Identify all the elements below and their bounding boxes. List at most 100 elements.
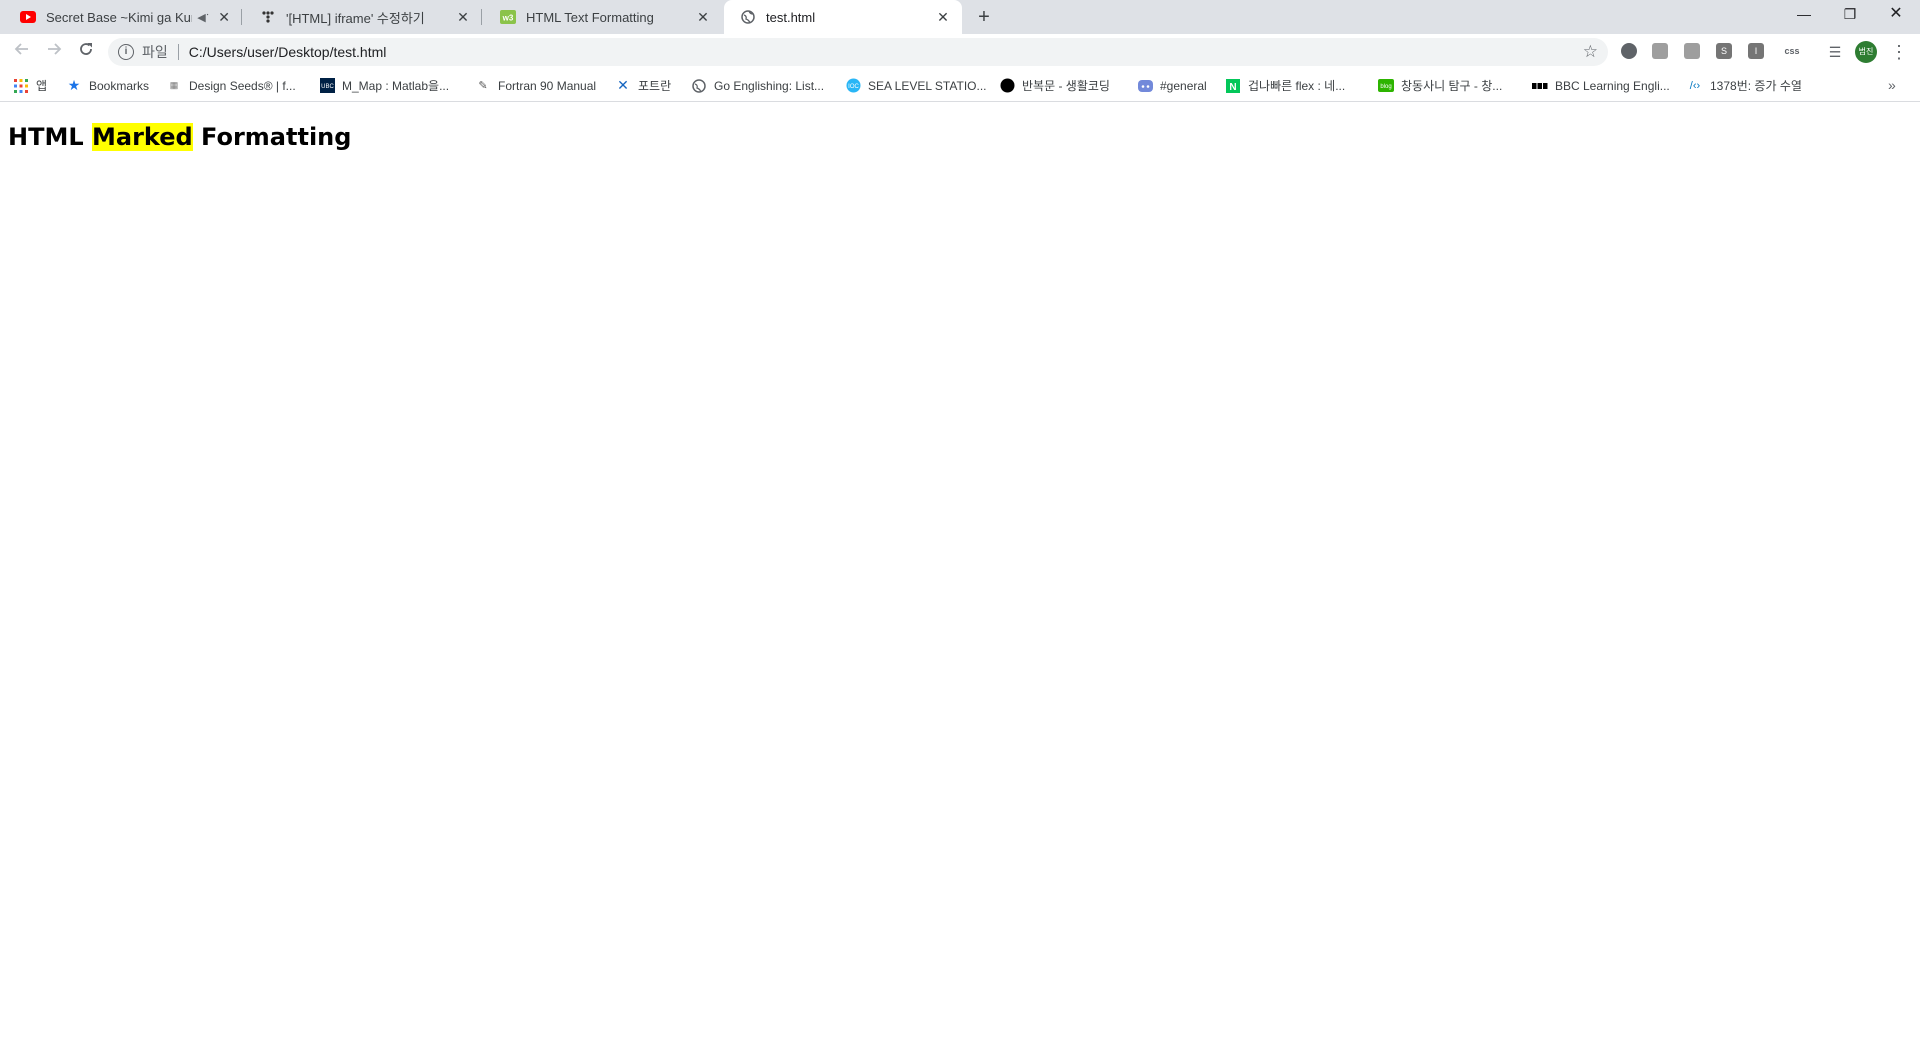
media-control-icon[interactable]: ☰ (1821, 38, 1849, 66)
page-heading: HTML Marked Formatting (8, 123, 351, 151)
tab-test-html[interactable]: test.html ✕ (724, 0, 962, 34)
bookmark-label: Go Englishing: List... (714, 78, 825, 93)
extension-i-icon[interactable]: I (1748, 43, 1764, 59)
design-seeds-icon: ▦ (169, 80, 179, 90)
bookmark-label: 창동사니 탐구 - 창... (1401, 79, 1503, 93)
close-icon[interactable]: ✕ (454, 8, 472, 26)
blog-icon: blog (1378, 78, 1394, 94)
heading-text-after: Formatting (192, 123, 352, 151)
kebab-menu-icon[interactable]: ⋮ (1890, 38, 1908, 66)
bookmark-discord-general[interactable]: #general (1137, 70, 1207, 101)
restore-button[interactable]: ❐ (1827, 0, 1873, 30)
bookmark-opentutorials[interactable]: 반복문 - 생활코딩 (999, 70, 1110, 101)
speaker-muted-icon[interactable]: ◀ॱ (196, 10, 210, 25)
w3schools-icon: w3 (500, 9, 516, 25)
heading-text-before: HTML (8, 123, 92, 151)
svg-text:UBC: UBC (321, 84, 334, 90)
tab-title: test.html (766, 9, 816, 25)
bookmark-changdong-blog[interactable]: blog 창동사니 탐구 - 창... (1378, 70, 1502, 101)
naver-icon: N (1225, 78, 1241, 94)
extension-s-icon[interactable]: S (1716, 43, 1732, 59)
bookmark-naver-flex[interactable]: N 겁나빠른 flex : 네... (1225, 70, 1345, 101)
tab-separator (481, 9, 482, 25)
sea-level-icon: IOC (845, 78, 861, 94)
globe-icon (691, 78, 707, 94)
browser-toolbar: i 파일 C:/Users/user/Desktop/test.html ☆ S… (0, 34, 1920, 70)
bookmark-bookmarks[interactable]: ★ Bookmarks (66, 70, 149, 101)
bookmark-label: Design Seeds® | f... (189, 78, 296, 93)
bookmark-label: #general (1160, 78, 1207, 93)
reload-icon (80, 43, 92, 55)
window-close-button[interactable]: ✕ (1873, 0, 1919, 30)
extension-css-icon[interactable]: css (1780, 43, 1804, 59)
svg-text:IOC: IOC (848, 84, 859, 90)
url-text[interactable]: C:/Users/user/Desktop/test.html (189, 44, 387, 60)
close-icon[interactable]: ✕ (216, 8, 232, 26)
page-content: HTML Marked Formatting (0, 102, 1920, 1040)
tab-w3schools[interactable]: w3 HTML Text Formatting ✕ (484, 0, 722, 34)
bookmark-label: 반복문 - 생활코딩 (1022, 79, 1110, 93)
bookmark-label: BBC Learning Engli... (1555, 78, 1670, 93)
svg-text:blog: blog (1380, 84, 1391, 90)
black-circle-icon (999, 78, 1015, 94)
globe-icon (740, 9, 756, 25)
address-bar[interactable]: i 파일 C:/Users/user/Desktop/test.html ☆ (108, 38, 1608, 66)
bookmark-label: 겁나빠른 flex : 네... (1248, 79, 1346, 93)
svg-text:N: N (1229, 82, 1236, 93)
tab-separator (241, 9, 242, 25)
back-button[interactable] (8, 38, 36, 66)
ubc-icon: UBC (319, 78, 335, 94)
apps-grid-icon (13, 78, 29, 94)
bookmark-label: 1378번: 증가 수열 (1710, 79, 1802, 93)
info-icon[interactable]: i (118, 44, 134, 60)
bookmark-baekjoon-1378[interactable]: /‹› 1378번: 증가 수열 (1687, 70, 1802, 101)
bookmark-design-seeds[interactable]: ▦ Design Seeds® | f... (166, 70, 296, 101)
bookmark-fortran-manual[interactable]: ✎ Fortran 90 Manual (475, 70, 596, 101)
tab-title: Secret Base ~Kimi ga Kureta (46, 9, 192, 25)
extension-circle-icon[interactable] (1621, 43, 1637, 59)
star-icon: ★ (67, 77, 81, 93)
bookmark-label: 포트란 (638, 79, 672, 93)
bookmarks-bar: 앱 ★ Bookmarks ▦ Design Seeds® | f... UBC… (0, 70, 1920, 102)
extension-ex-icon[interactable] (1684, 43, 1700, 59)
bookmark-label: 앱 (36, 79, 48, 93)
avatar[interactable]: 범진 (1855, 41, 1877, 63)
bookmark-bbc-learning[interactable]: BBC Learning Engli... (1532, 70, 1670, 101)
tab-title: '[HTML] iframe' 수정하기 (286, 10, 425, 26)
discord-icon (1137, 78, 1153, 94)
svg-text:w3: w3 (502, 14, 514, 23)
bookmark-star-icon[interactable]: ☆ (1583, 42, 1598, 62)
reload-button[interactable] (72, 38, 100, 66)
arrow-left-icon (14, 43, 28, 55)
forward-button[interactable] (40, 38, 68, 66)
scheme-label: 파일 (142, 44, 168, 60)
bookmark-label: Bookmarks (89, 78, 150, 93)
tab-strip: Secret Base ~Kimi ga Kureta ◀ॱ ✕ '[HTML]… (0, 0, 1920, 34)
close-icon[interactable]: ✕ (694, 8, 712, 26)
tab-title: HTML Text Formatting (526, 9, 654, 25)
fortran-cross-icon: ✕ (617, 77, 629, 93)
marked-text: Marked (92, 123, 193, 151)
tab-velog[interactable]: '[HTML] iframe' 수정하기 ✕ (244, 0, 482, 34)
omnibox-divider (177, 44, 179, 60)
bookmark-go-englishing[interactable]: Go Englishing: List... (691, 70, 824, 101)
bookmark-apps[interactable]: 앱 (13, 70, 47, 101)
arrow-right-icon (48, 43, 62, 55)
bookmark-m-map[interactable]: UBC M_Map : Matlab을... (319, 70, 449, 101)
velog-icon (260, 9, 276, 25)
tab-youtube[interactable]: Secret Base ~Kimi ga Kureta ◀ॱ ✕ (4, 0, 242, 34)
bookmark-label: Fortran 90 Manual (498, 78, 597, 93)
close-icon[interactable]: ✕ (934, 8, 952, 26)
bbc-icon (1532, 78, 1548, 94)
minimize-button[interactable]: — (1781, 0, 1827, 30)
bookmark-label: M_Map : Matlab을... (342, 79, 450, 93)
new-tab-button[interactable]: + (970, 4, 998, 32)
bookmark-fortran-kr[interactable]: ✕ 포트란 (615, 70, 671, 101)
code-brackets-icon: /‹› (1689, 79, 1701, 92)
chevron-double-right-icon[interactable]: » (1888, 70, 1896, 101)
extension-screen-icon[interactable] (1652, 43, 1668, 59)
youtube-icon (20, 9, 36, 25)
fortran-icon: ✎ (478, 80, 488, 92)
bookmark-label: SEA LEVEL STATIO... (868, 78, 987, 93)
bookmark-sea-level[interactable]: IOC SEA LEVEL STATIO... (845, 70, 987, 101)
